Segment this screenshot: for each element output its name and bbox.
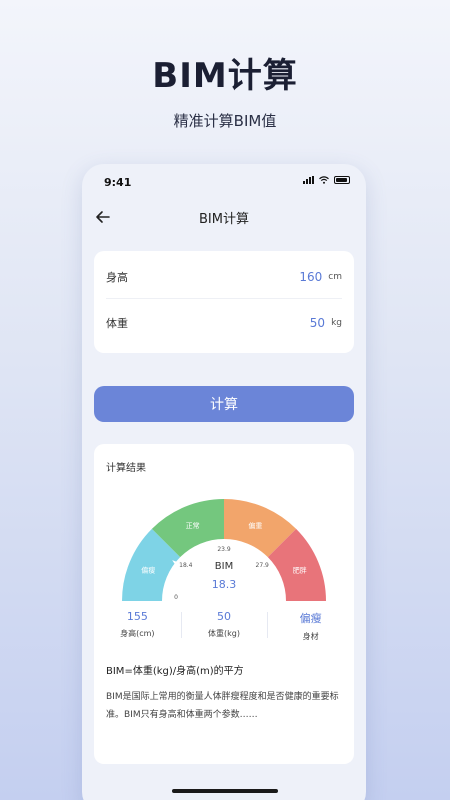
gauge-center-value: 18.3 [212,578,237,591]
weight-input[interactable]: 50 [310,316,325,330]
stat-height: 155 身高(cm) [94,606,181,644]
page-title: BIM计算 [199,212,249,227]
stat-weight-label: 体重(kg) [208,629,240,638]
gauge-segment-label: 偏重 [248,521,262,530]
nav-bar: BIM计算 [82,202,366,232]
gauge-segment-label: 偏瘦 [141,566,155,575]
bmi-formula: BIM=体重(kg)/身高(m)的平方 [106,666,244,677]
calculate-button[interactable]: 计算 [94,386,354,422]
height-unit: cm [328,271,342,282]
status-bar: 9:41 [82,164,366,200]
gauge-threshold-label: 0 [174,594,178,601]
weight-unit: kg [331,318,342,328]
stat-height-value: 155 [126,610,148,623]
status-time: 9:41 [104,176,132,189]
result-stats: 155 身高(cm) 50 体重(kg) 偏瘦 身材 [94,606,354,644]
weight-label: 体重 [106,317,128,330]
gauge-threshold-label: 18.4 [179,562,193,569]
stat-body-label: 身材 [302,632,319,641]
battery-icon [334,176,350,184]
phone-frame: 9:41 BIM计算 身高 160 cm 体重 50 kg 计算 计算结果 偏瘦… [82,164,366,800]
result-title: 计算结果 [106,463,146,474]
hero-title: BIM计算 [152,56,298,96]
gauge-center-label: BIM [215,561,233,572]
gauge-threshold-label: 27.9 [256,562,270,569]
stat-height-label: 身高(cm) [120,629,155,638]
gauge-segment-label: 肥胖 [293,566,307,575]
stat-weight: 50 体重(kg) [180,606,268,644]
status-icons [303,176,350,184]
stat-weight-value: 50 [217,610,231,623]
weight-field[interactable]: 体重 50 kg [106,301,342,345]
gauge-segment-label: 正常 [186,521,200,530]
bmi-description: BIM是国际上常用的衡量人体胖瘦程度和是否健康的重要标准。BIM只有身高和体重两… [106,692,339,720]
home-indicator [172,789,278,793]
height-input[interactable]: 160 [299,270,322,284]
signal-icon [303,176,314,184]
input-card: 身高 160 cm 体重 50 kg [94,251,354,353]
height-label: 身高 [106,270,128,284]
gauge-threshold-label: 23.9 [217,546,231,553]
height-field[interactable]: 身高 160 cm [106,255,342,299]
result-card: 计算结果 偏瘦 正常 偏重肥胖 0 18.4 23.9 27.9 BIM 18.3 155… [94,444,354,764]
wifi-icon [319,176,329,184]
hero-subtitle: 精准计算BIM值 [173,112,277,130]
stat-body: 偏瘦 身材 [267,606,354,644]
stat-body-value: 偏瘦 [299,612,322,625]
bmi-gauge: 偏瘦 正常 偏重肥胖 0 18.4 23.9 27.9 BIM 18.3 [122,499,326,601]
